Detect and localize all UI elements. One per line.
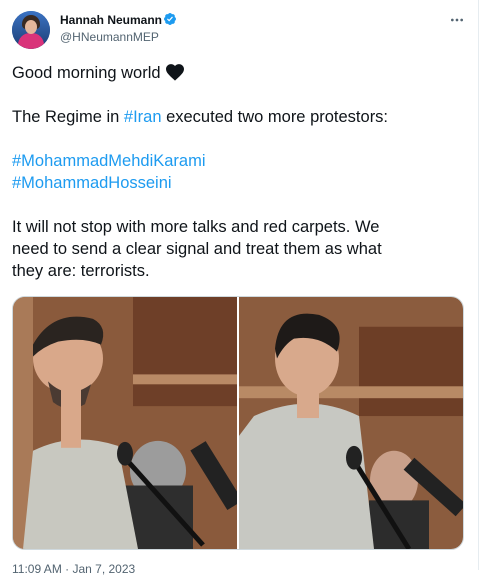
tweet-line: need to send a clear signal and treat th… bbox=[12, 240, 382, 258]
author-name[interactable]: Hannah Neumann bbox=[60, 13, 162, 27]
more-options-icon[interactable] bbox=[449, 12, 465, 28]
black-heart-icon bbox=[165, 64, 184, 81]
verified-badge-icon bbox=[164, 13, 176, 25]
tweet-line: executed two more protestors: bbox=[161, 108, 389, 126]
profile-avatar[interactable] bbox=[12, 11, 50, 49]
tweet-line: Good morning world bbox=[12, 64, 161, 82]
tweet-timestamp[interactable]: 11:09 AM · Jan 7, 2023 bbox=[12, 562, 135, 576]
hashtag-iran[interactable]: #Iran bbox=[124, 108, 162, 126]
photo-hosseini[interactable] bbox=[239, 297, 464, 549]
tweet-text: Good morning world The Regime in #Iran e… bbox=[12, 62, 467, 282]
hashtag-karami[interactable]: #MohammadMehdiKarami bbox=[12, 152, 206, 170]
tweet-card: Hannah Neumann @HNeumannMEP Good morning… bbox=[0, 0, 479, 576]
tweet-line: The Regime in bbox=[12, 108, 124, 126]
photo-karami[interactable] bbox=[13, 297, 237, 549]
hashtag-hosseini[interactable]: #MohammadHosseini bbox=[12, 174, 172, 192]
tweet-media[interactable] bbox=[12, 296, 464, 550]
tweet-line: they are: terrorists. bbox=[12, 262, 150, 280]
tweet-line: It will not stop with more talks and red… bbox=[12, 218, 380, 236]
author-handle[interactable]: @HNeumannMEP bbox=[60, 30, 159, 44]
